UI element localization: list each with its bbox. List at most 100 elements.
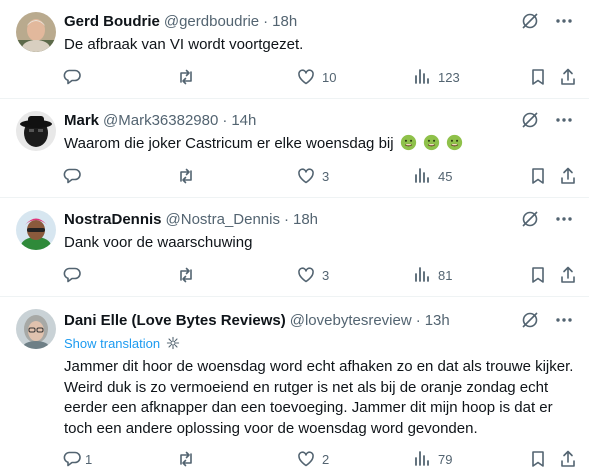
- like-button[interactable]: 10: [296, 66, 336, 88]
- tweet-text: Dank voor de waarschuwing: [64, 234, 253, 251]
- views-icon: [415, 267, 429, 282]
- views-button[interactable]: 81: [412, 264, 452, 286]
- timestamp[interactable]: 18h: [293, 211, 318, 228]
- bookmark-button[interactable]: [528, 448, 548, 470]
- author-handle[interactable]: @Nostra_Dennis: [166, 211, 280, 228]
- author-name[interactable]: Gerd Boudrie: [64, 13, 160, 30]
- tweet-text: Waarom die joker Castricum er elke woens…: [64, 135, 394, 152]
- views-count: 123: [438, 69, 460, 85]
- share-button[interactable]: [558, 66, 578, 88]
- grok-icon[interactable]: [519, 10, 541, 32]
- author-handle[interactable]: @gerdboudrie: [164, 13, 259, 30]
- gear-icon[interactable]: [166, 336, 180, 350]
- avatar[interactable]: [16, 111, 56, 151]
- reply-icon: [63, 168, 81, 184]
- reply-button[interactable]: [62, 66, 88, 88]
- like-icon: [298, 69, 314, 85]
- grok-icon[interactable]: [519, 109, 541, 131]
- retweet-button[interactable]: [176, 165, 196, 187]
- separator-dot: ·: [283, 210, 289, 228]
- views-icon: [415, 69, 429, 84]
- views-icon: [415, 451, 429, 466]
- tweet-header: Gerd Boudrie @gerdboudrie · 18h: [64, 11, 297, 31]
- like-count: 3: [322, 168, 330, 184]
- nauseated-face-icon: [446, 134, 463, 151]
- more-icon[interactable]: [553, 208, 575, 230]
- tweet-text: De afbraak van VI wordt voortgezet.: [64, 36, 304, 53]
- reply-button[interactable]: 1: [62, 448, 92, 470]
- reply-button[interactable]: [62, 165, 88, 187]
- nauseated-face-icon: [400, 134, 416, 151]
- author-name[interactable]: NostraDennis: [64, 211, 162, 228]
- like-button[interactable]: 2: [296, 448, 329, 470]
- retweet-button[interactable]: [176, 448, 196, 470]
- tweet-header: Dani Elle (Love Bytes Reviews) @lovebyte…: [64, 310, 450, 330]
- like-icon: [298, 451, 314, 467]
- share-button[interactable]: [558, 448, 578, 470]
- reply-count: 1: [85, 451, 93, 467]
- bookmark-button[interactable]: [528, 264, 548, 286]
- retweet-icon: [180, 267, 192, 283]
- bookmark-icon: [532, 69, 544, 85]
- like-count: 2: [322, 451, 330, 467]
- share-button[interactable]: [558, 264, 578, 286]
- tweet-top-icons: [519, 10, 575, 32]
- tweet-top-icons: [519, 208, 575, 230]
- like-button[interactable]: 3: [296, 264, 329, 286]
- grok-icon[interactable]: [519, 208, 541, 230]
- retweet-button[interactable]: [176, 264, 196, 286]
- like-button[interactable]: 3: [296, 165, 329, 187]
- timestamp[interactable]: 13h: [425, 312, 450, 329]
- tweet-1[interactable]: Gerd Boudrie @gerdboudrie · 18h De afbra…: [0, 0, 589, 99]
- tweet-header: NostraDennis @Nostra_Dennis · 18h: [64, 209, 318, 229]
- reply-button[interactable]: [62, 264, 88, 286]
- timestamp[interactable]: 18h: [272, 13, 297, 30]
- avatar[interactable]: [16, 309, 56, 349]
- more-icon[interactable]: [553, 109, 575, 131]
- reply-icon: [63, 451, 81, 467]
- tweet-actions: 3 45: [60, 165, 580, 187]
- bookmark-icon: [532, 451, 544, 467]
- bookmark-button[interactable]: [528, 66, 548, 88]
- like-count: 3: [322, 267, 330, 283]
- retweet-button[interactable]: [176, 66, 196, 88]
- separator-dot: ·: [415, 311, 421, 329]
- retweet-icon: [180, 69, 192, 85]
- share-button[interactable]: [558, 165, 578, 187]
- share-icon: [561, 450, 575, 467]
- author-handle[interactable]: @Mark36382980: [103, 112, 218, 129]
- avatar[interactable]: [16, 12, 56, 52]
- tweet-top-icons: [519, 309, 575, 331]
- avatar[interactable]: [16, 210, 56, 250]
- author-name[interactable]: Dani Elle (Love Bytes Reviews): [64, 312, 286, 329]
- show-translation-link[interactable]: Show translation: [64, 334, 180, 352]
- views-button[interactable]: 79: [412, 448, 452, 470]
- tweet-2[interactable]: Mark @Mark36382980 · 14h Waarom die joke…: [0, 99, 589, 198]
- views-count: 79: [438, 451, 453, 467]
- separator-dot: ·: [263, 12, 269, 30]
- show-translation-label: Show translation: [64, 335, 161, 351]
- views-count: 81: [438, 267, 453, 283]
- views-button[interactable]: 45: [412, 165, 452, 187]
- tweet-actions: 1 2 79: [60, 448, 580, 470]
- timestamp[interactable]: 14h: [231, 112, 256, 129]
- retweet-icon: [180, 168, 192, 184]
- bookmark-icon: [532, 168, 544, 184]
- share-icon: [561, 167, 575, 184]
- share-icon: [561, 266, 575, 283]
- grok-icon[interactable]: [519, 309, 541, 331]
- author-handle[interactable]: @lovebytesreview: [290, 312, 412, 329]
- reply-icon: [63, 267, 81, 283]
- views-button[interactable]: 123: [412, 66, 460, 88]
- author-name[interactable]: Mark: [64, 112, 99, 129]
- tweet-actions: 10 123: [60, 66, 580, 88]
- tweet-4[interactable]: Dani Elle (Love Bytes Reviews) @lovebyte…: [0, 297, 589, 476]
- like-icon: [298, 267, 314, 283]
- tweet-3[interactable]: NostraDennis @Nostra_Dennis · 18h Dank v…: [0, 198, 589, 297]
- more-icon[interactable]: [553, 309, 575, 331]
- more-icon[interactable]: [553, 10, 575, 32]
- tweet-text-container: Waarom die joker Castricum er elke woens…: [64, 134, 574, 154]
- retweet-icon: [180, 451, 192, 467]
- share-icon: [561, 68, 575, 85]
- bookmark-button[interactable]: [528, 165, 548, 187]
